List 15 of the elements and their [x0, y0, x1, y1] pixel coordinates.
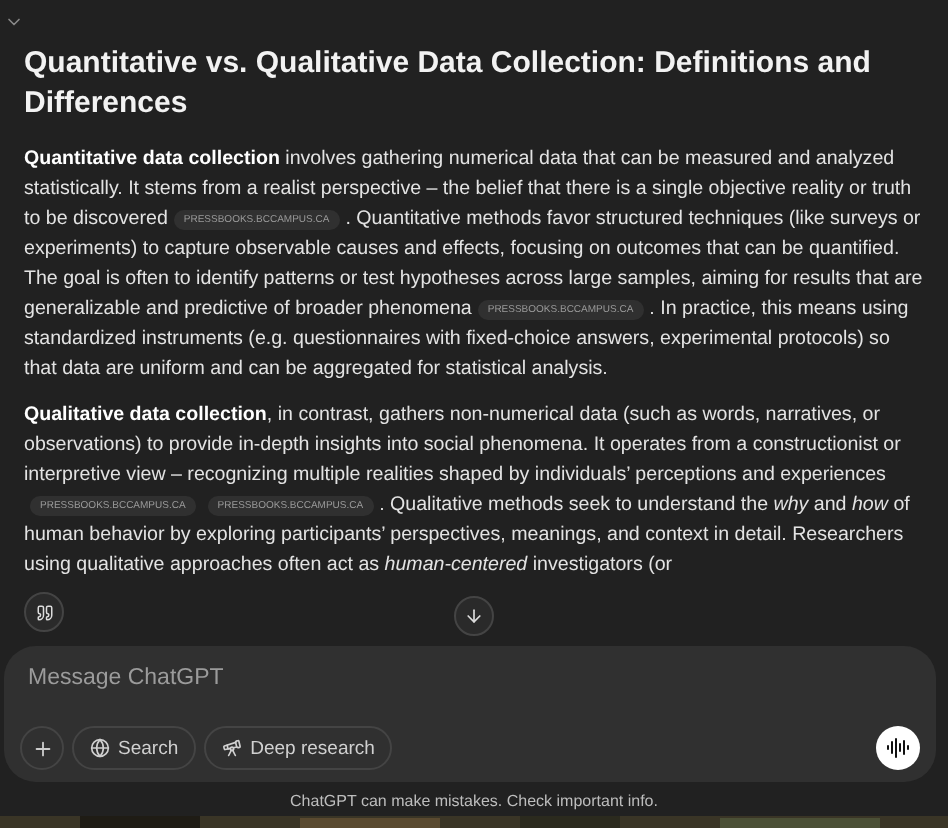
- globe-icon: [90, 738, 110, 758]
- quote-icon: [35, 603, 53, 621]
- message-field[interactable]: Message ChatGPT: [20, 666, 920, 690]
- disclaimer-text: ChatGPT can make mistakes. Check important info.: [288, 790, 660, 814]
- scroll-down-button[interactable]: [454, 596, 494, 636]
- telescope-icon: [222, 738, 243, 758]
- telescope-tool-button[interactable]: Deep research: [204, 726, 393, 770]
- plus-icon: [31, 737, 53, 759]
- voice-button[interactable]: [876, 726, 920, 770]
- sound-wave-icon: [886, 736, 910, 760]
- globe-tool-button[interactable]: Search: [72, 726, 197, 770]
- quote-button[interactable]: [24, 592, 64, 632]
- arrow-down-icon: [464, 606, 484, 626]
- response-heading: Quantitative vs. Qualitative Data Collection: Definitions and Differences: [24, 44, 873, 124]
- plus-button[interactable]: [20, 726, 64, 770]
